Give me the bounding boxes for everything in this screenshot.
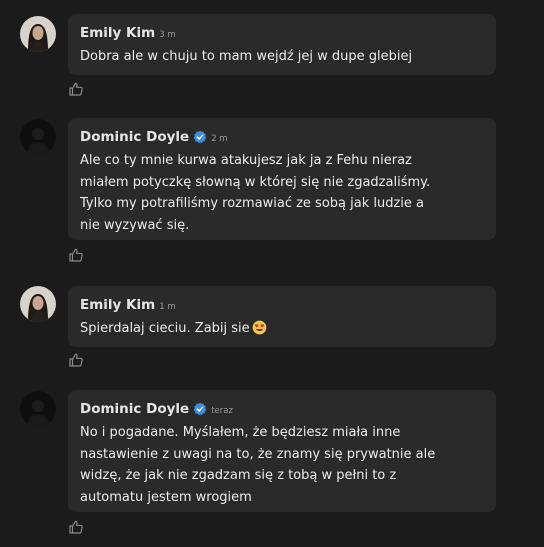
thumbs-up-icon (69, 520, 83, 534)
comment-line: automatu jestem wrogiem (80, 489, 252, 505)
like-button[interactable] (68, 247, 84, 263)
comment-bubble: Dominic Doyle teraz No i pogadane. Myśla… (68, 390, 496, 512)
comment-text: Spierdalaj cieciu. Zabij sie (80, 318, 484, 340)
author-name[interactable]: Emily Kim (80, 297, 155, 313)
avatar[interactable] (20, 391, 56, 427)
like-button[interactable] (68, 352, 84, 368)
timestamp: 2 m (211, 134, 228, 144)
comment-text: Dobra ale w chuju to mam wejdź jej w dup… (80, 46, 484, 68)
comment-line: nastawienie z uwagi na to, że znamy się … (80, 446, 436, 462)
author-name[interactable]: Dominic Doyle (80, 401, 189, 417)
thumbs-up-icon (69, 82, 83, 96)
comment-line: Spierdalaj cieciu. Zabij sie (80, 318, 484, 340)
comment-line: Tylko my potrafiliśmy rozmawiać ze sobą … (80, 196, 425, 211)
dark-avatar-icon (20, 119, 56, 155)
comment-bubble: Dominic Doyle 2 m Ale co ty mnie kurwa a… (68, 118, 496, 240)
comment-line: nie wyzywać się. (80, 217, 190, 233)
author-name[interactable]: Dominic Doyle (80, 129, 189, 145)
dark-avatar-icon (20, 391, 56, 427)
comment-line-text: Spierdalaj cieciu. Zabij sie (80, 321, 250, 336)
comment-bubble: Emily Kim 1 m Spierdalaj cieciu. Zabij s… (68, 286, 496, 347)
comment-line: widzę, że jak nie zgadzam się z tobą w p… (80, 468, 397, 483)
heart-eyes-emoji-icon (252, 320, 266, 335)
comment-line: No i pogadane. Myślałem, że będziesz mia… (80, 425, 401, 440)
author-name[interactable]: Emily Kim (80, 25, 155, 41)
comment-text: No i pogadane. Myślałem, że będziesz mia… (80, 422, 484, 508)
verified-badge-icon (193, 402, 207, 416)
like-button[interactable] (68, 519, 84, 535)
portrait-avatar-icon (20, 286, 56, 322)
like-button[interactable] (68, 81, 84, 97)
comment-line: Dobra ale w chuju to mam wejdź jej w dup… (80, 49, 413, 64)
portrait-avatar-icon (20, 16, 56, 52)
timestamp: teraz (211, 406, 233, 416)
thumbs-up-icon (69, 353, 83, 367)
verified-badge-icon (193, 130, 207, 144)
avatar[interactable] (20, 286, 56, 322)
comment-text: Ale co ty mnie kurwa atakujesz jak ja z … (80, 150, 484, 236)
comment-line: Ale co ty mnie kurwa atakujesz jak ja z … (80, 153, 412, 168)
avatar[interactable] (20, 16, 56, 52)
thumbs-up-icon (69, 248, 83, 262)
comment-thread: Emily Kim 3 m Dobra ale w chuju to mam w… (0, 0, 544, 547)
timestamp: 1 m (159, 302, 176, 312)
timestamp: 3 m (159, 30, 176, 40)
comment-line: miałem potyczkę słowną w której się nie … (80, 174, 431, 190)
comment-bubble: Emily Kim 3 m Dobra ale w chuju to mam w… (68, 14, 496, 75)
avatar[interactable] (20, 119, 56, 155)
